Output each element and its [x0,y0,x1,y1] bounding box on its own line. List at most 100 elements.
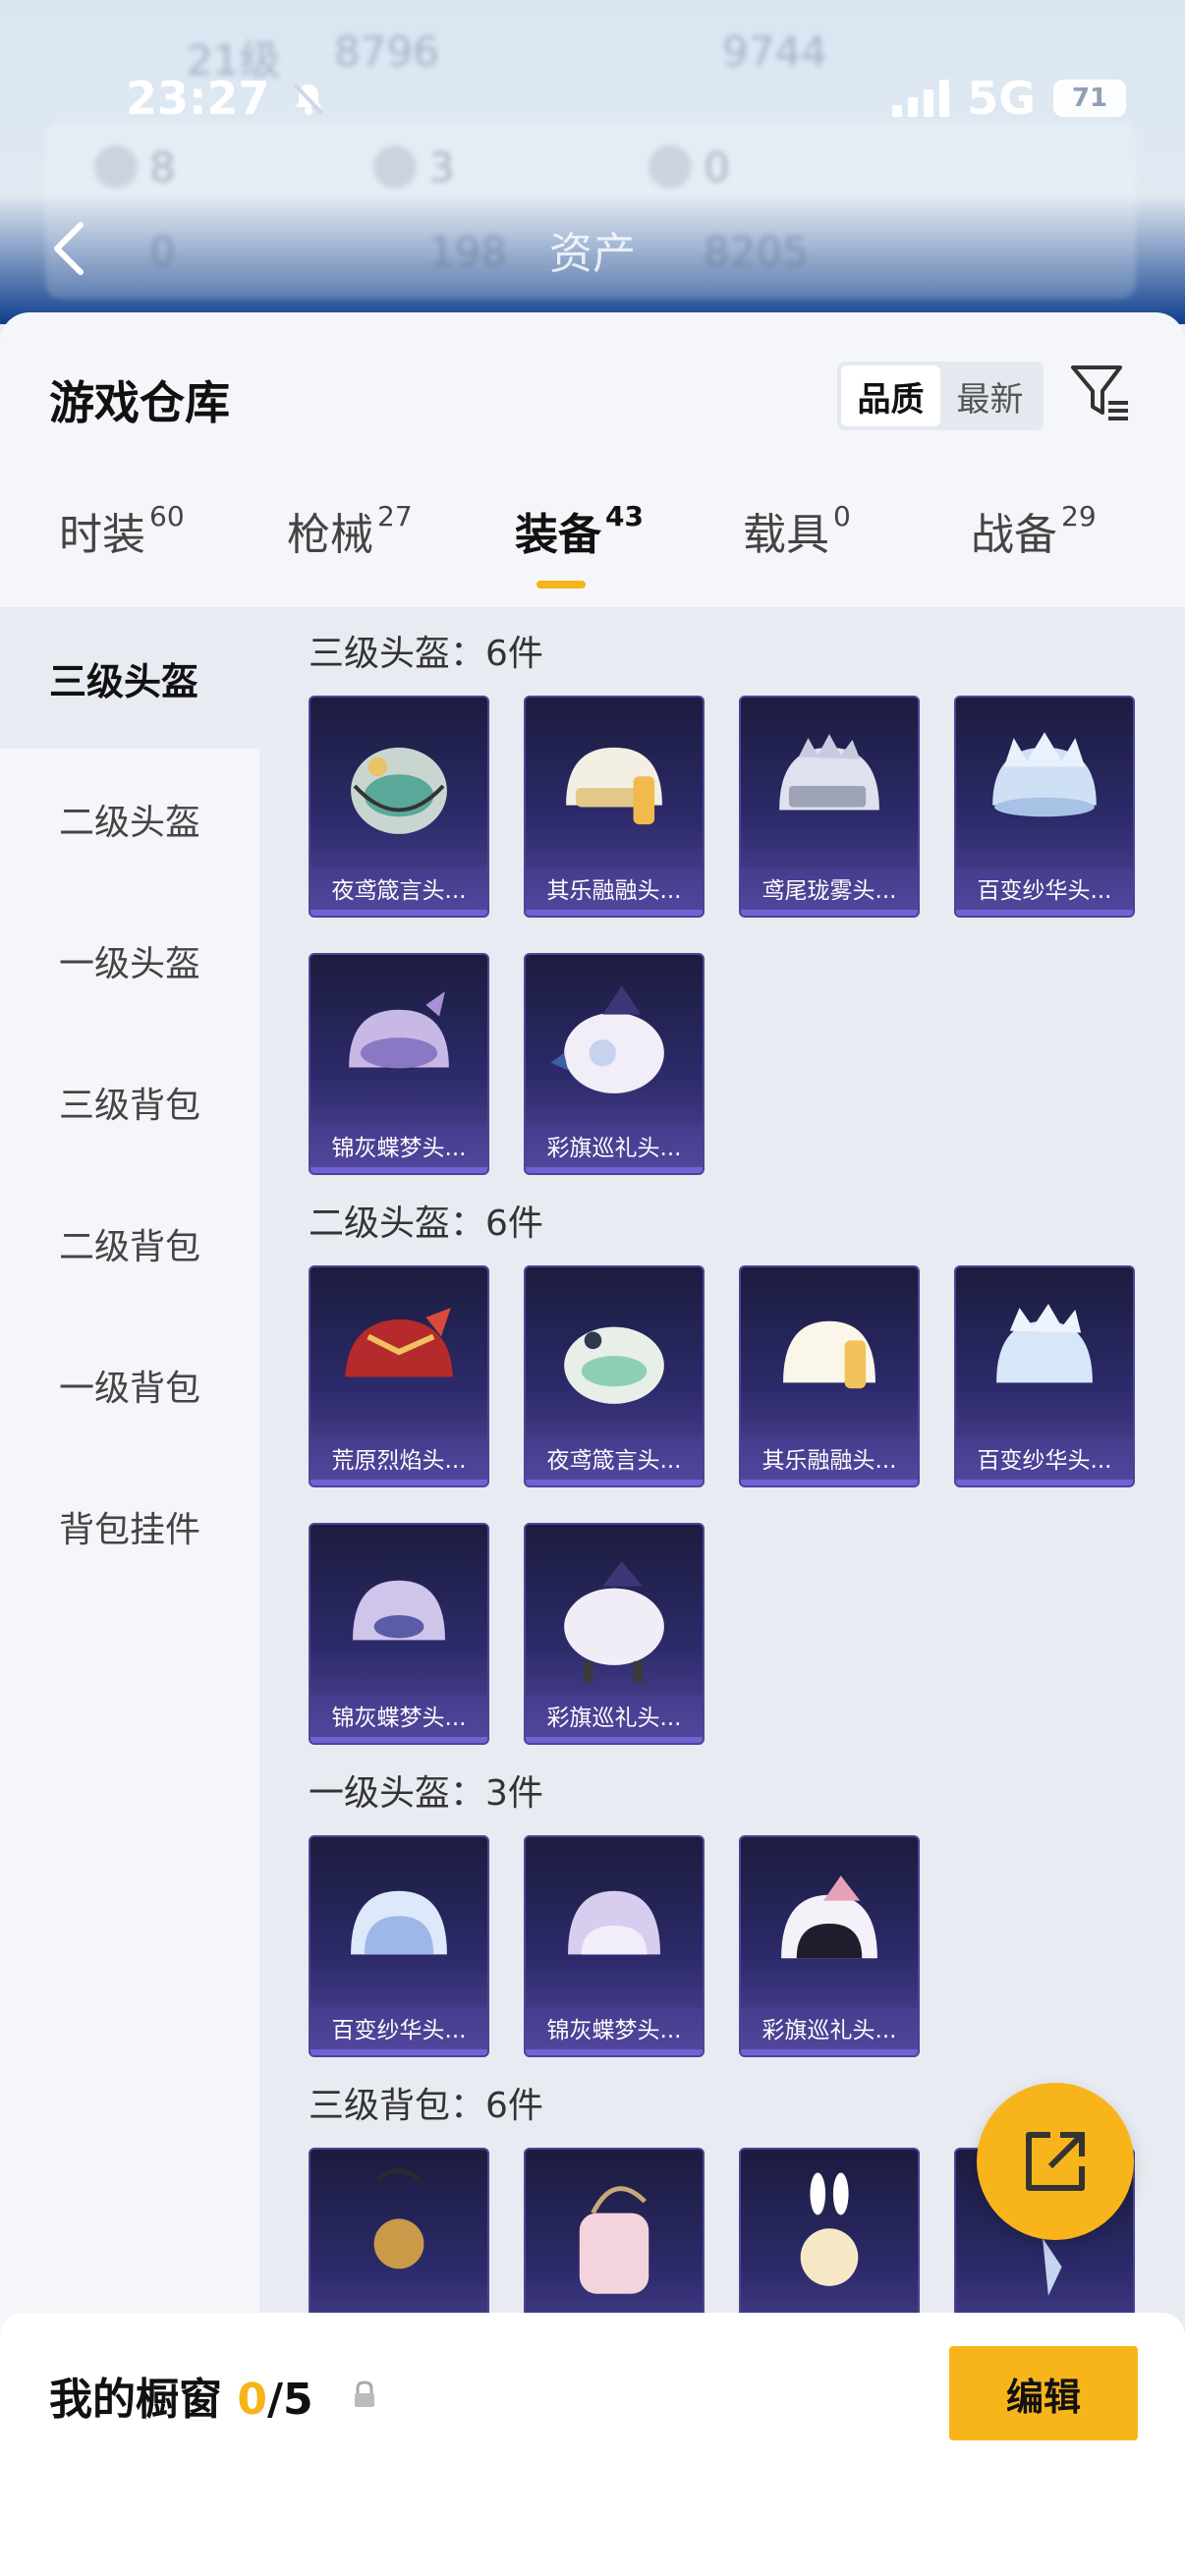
item-name: 锦灰蝶梦头... [310,1696,487,1735]
subcategory-sidebar: 三级头盔 二级头盔 一级头盔 三级背包 二级背包 一级背包 背包挂件 [0,607,259,2576]
item-name: 彩旗巡礼头... [526,1126,703,1165]
item-name: 锦灰蝶梦头... [310,1126,487,1165]
warehouse-sheet: 游戏仓库 品质 最新 时装60 枪械27 装备43 载具0 战备29 [0,312,1185,2576]
tab-label: 枪械 [287,510,373,560]
item-name: 夜鸢箴言头... [526,1438,703,1478]
category-tabs: 时装 60 枪械 27 装备 43 载具 0 战备 29 [0,489,1185,607]
item-name: 百变纱华头... [956,1438,1133,1478]
page-title: 资产 [549,229,636,279]
item-name: 其乐融融头... [741,1438,918,1478]
item-name: 百变纱华头... [956,868,1133,908]
status-bar: 23:27 5G 71 [0,59,1185,138]
share-icon [1026,2132,1085,2191]
item-card[interactable]: 百变纱华头... [309,1835,489,2057]
showcase-title: 我的橱窗 [49,2375,222,2425]
tab-count: 29 [1061,500,1097,532]
tab-fashion[interactable]: 时装 60 [59,499,185,562]
item-card[interactable]: 彩旗巡礼头... [739,1835,920,2057]
helmet-icon [992,732,1097,817]
showcase-bar: 我的橱窗 0/5 编辑 [0,2313,1185,2576]
content-area: 三级头盔 二级头盔 一级头盔 三级背包 二级背包 一级背包 背包挂件 三级头盔：… [0,607,1185,2576]
showcase-count: 0 [237,2375,267,2425]
network-label: 5G [967,72,1036,125]
lock-icon [355,2380,374,2407]
active-tab-indicator [536,581,586,588]
tab-count: 43 [605,500,644,532]
sidebar-item-level3-backpack[interactable]: 三级背包 [0,1032,259,1173]
helmet-icon [564,1561,664,1683]
showcase-total: /5 [266,2375,313,2425]
sort-newest-button[interactable]: 最新 [940,365,1040,426]
tab-supplies[interactable]: 战备 29 [971,499,1097,562]
tab-count: 27 [377,500,413,532]
signal-icon [892,80,950,117]
stat-icon [649,145,692,189]
item-card[interactable]: 荒原烈焰头... [309,1265,489,1487]
background-header: 21级 8796 9744 8 3 0 0 198 8205 23:27 5G [0,0,1185,324]
item-name: 锦灰蝶梦头... [526,2008,703,2047]
sidebar-item-level2-helmet[interactable]: 二级头盔 [0,749,259,890]
section-title: 三级背包：6件 [309,2086,543,2126]
tab-equipment[interactable]: 装备 43 [515,499,644,562]
stat-icon [373,145,417,189]
item-card[interactable]: 百变纱华头... [954,1265,1135,1487]
stat-value: 0 [704,143,730,192]
clock: 23:27 [126,72,270,125]
item-card[interactable]: 夜鸢箴言头... [309,696,489,918]
sheet-title: 游戏仓库 [49,376,230,429]
helmet-icon [351,747,447,834]
tab-label: 装备 [515,510,601,560]
item-card[interactable]: 锦灰蝶梦头... [309,953,489,1175]
backpack-icon [800,2172,859,2286]
helmet-icon [779,734,879,811]
mute-bell-icon [293,83,324,116]
battery-icon: 71 [1053,80,1126,117]
item-card[interactable]: 锦灰蝶梦头... [524,1835,705,2057]
item-card[interactable]: 其乐融融头... [524,696,705,918]
helmet-icon [566,747,662,825]
tab-weapons[interactable]: 枪械 27 [287,499,413,562]
helmet-icon [550,985,664,1093]
item-name: 彩旗巡礼头... [741,2008,918,2047]
item-card[interactable]: 彩旗巡礼头... [524,953,705,1175]
item-card[interactable]: 锦灰蝶梦头... [309,1523,489,1745]
item-grid: 三级头盔：6件 夜鸢箴言头... 其乐融融头... 鸢尾珑雾头... 百变纱华头… [259,607,1185,2576]
sidebar-item-backpack-charm[interactable]: 背包挂件 [0,1456,259,1597]
filter-icon[interactable] [1069,362,1132,424]
helmet-icon [353,1580,445,1641]
item-card[interactable]: 其乐融融头... [739,1265,920,1487]
battery-level: 71 [1071,84,1108,113]
item-card[interactable]: 彩旗巡礼头... [524,1523,705,1745]
sidebar-item-level3-helmet[interactable]: 三级头盔 [0,607,259,749]
stat-icon [94,145,138,189]
item-card[interactable]: 百变纱华头... [954,696,1135,918]
share-button[interactable] [977,2083,1134,2240]
section-title: 二级头盔：6件 [309,1204,543,1244]
helmet-icon [781,1876,877,1959]
edit-button[interactable]: 编辑 [949,2346,1138,2440]
item-card[interactable]: 夜鸢箴言头... [524,1265,705,1487]
tab-label: 载具 [743,510,829,560]
sort-quality-button[interactable]: 品质 [841,365,940,426]
section-title: 三级头盔：6件 [309,634,543,674]
tab-label: 时装 [59,510,145,560]
tab-count: 0 [833,500,851,532]
tab-vehicles[interactable]: 载具 0 [743,499,851,562]
item-name: 夜鸢箴言头... [310,868,487,908]
item-name: 鸢尾珑雾头... [741,868,918,908]
sidebar-item-level1-backpack[interactable]: 一级背包 [0,1315,259,1456]
sort-toggle: 品质 最新 [837,362,1044,430]
helmet-icon [568,1890,660,1955]
section-title: 一级头盔：3件 [309,1773,543,1814]
sidebar-item-level2-backpack[interactable]: 二级背包 [0,1173,259,1315]
item-name: 其乐融融头... [526,868,703,908]
item-name: 彩旗巡礼头... [526,1696,703,1735]
backpack-icon [373,2168,424,2269]
backpack-icon [579,2186,649,2294]
item-name: 荒原烈焰头... [310,1438,487,1478]
helmet-icon [345,1308,453,1377]
item-card[interactable]: 鸢尾珑雾头... [739,696,920,918]
helmet-icon [996,1304,1093,1383]
sidebar-item-level1-helmet[interactable]: 一级头盔 [0,890,259,1032]
sheet-header: 游戏仓库 品质 最新 [0,312,1185,499]
